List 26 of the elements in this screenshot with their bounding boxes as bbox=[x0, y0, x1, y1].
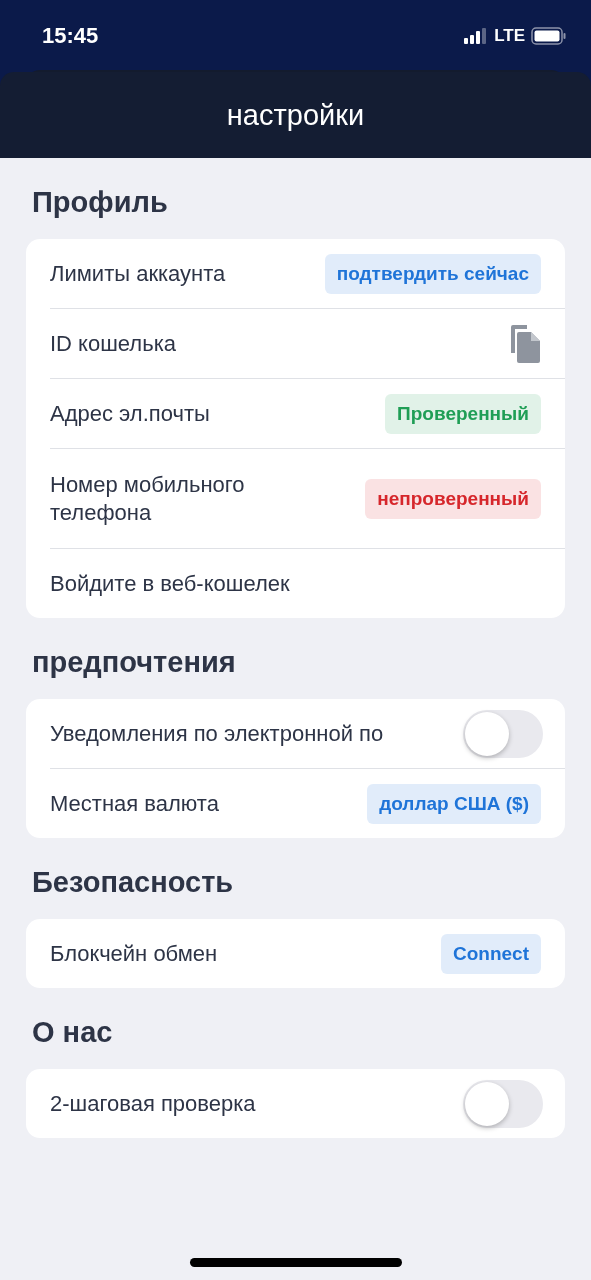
status-badge[interactable]: Проверенный bbox=[385, 393, 541, 434]
setting-label: Лимиты аккаунта bbox=[50, 259, 226, 288]
setting-label: Адрес эл.почты bbox=[50, 399, 210, 428]
setting-label: 2-шаговая проверка bbox=[50, 1089, 257, 1118]
setting-label: Уведомления по электронной по bbox=[50, 719, 385, 748]
status-badge[interactable]: непроверенный bbox=[365, 478, 541, 519]
signal-icon bbox=[464, 28, 489, 44]
setting-label: Номер мобильного телефона bbox=[50, 470, 246, 527]
section-title: Профиль bbox=[31, 185, 169, 220]
status-badge[interactable]: подтвердить сейчас bbox=[324, 253, 541, 294]
copy-icon[interactable] bbox=[509, 324, 541, 363]
status-time: 15:45 bbox=[42, 23, 99, 49]
status-badge[interactable]: доллар США ($) bbox=[367, 783, 541, 824]
toggle-switch[interactable] bbox=[463, 709, 543, 758]
network-type: LTE bbox=[494, 26, 525, 46]
section-title: предпочтения bbox=[31, 645, 237, 680]
setting-label: Местная валюта bbox=[50, 789, 219, 818]
screen-title: настройки bbox=[226, 98, 365, 132]
battery-icon bbox=[531, 27, 567, 45]
toggle-switch[interactable] bbox=[463, 1079, 543, 1128]
section-title: О нас bbox=[31, 1015, 114, 1050]
status-badge[interactable]: Connect bbox=[441, 933, 541, 974]
section-title: Безопасность bbox=[31, 865, 235, 900]
setting-label: Блокчейн обмен bbox=[50, 939, 218, 968]
setting-label: Войдите в веб-кошелек bbox=[50, 569, 290, 598]
setting-label: ID кошелька bbox=[50, 329, 177, 358]
